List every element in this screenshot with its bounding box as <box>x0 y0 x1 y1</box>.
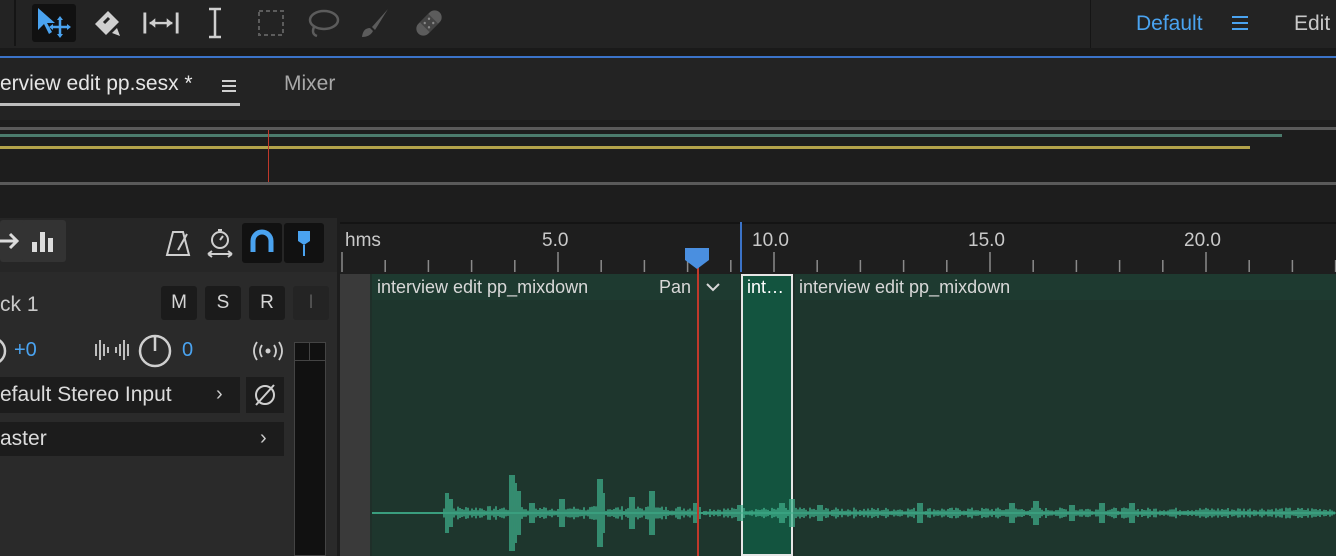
toolbar-divider <box>1090 0 1091 48</box>
time-selection-tool-button[interactable] <box>196 4 234 42</box>
brush-icon <box>362 9 388 37</box>
stereo-output-icon <box>250 340 286 367</box>
volume-value[interactable]: +0 <box>14 339 37 362</box>
active-tab-underline <box>0 103 240 106</box>
overview-border <box>0 127 1336 130</box>
follow-playhead-button[interactable] <box>284 223 324 263</box>
clip-name: int… <box>747 277 785 297</box>
overview-border <box>0 182 1336 185</box>
bar-meter-icon <box>32 232 53 252</box>
input-monitor-button[interactable]: I <box>293 286 329 320</box>
playhead-line <box>697 262 699 556</box>
workspace-edit-tab[interactable]: Edit <box>1294 12 1330 36</box>
snap-button[interactable] <box>242 223 282 263</box>
solo-button[interactable]: S <box>205 286 241 320</box>
stopwatch-icon <box>207 229 233 258</box>
meter-toggle[interactable] <box>22 220 66 262</box>
marquee-tool-button[interactable] <box>252 4 290 42</box>
move-icon <box>38 8 71 38</box>
mute-button[interactable]: M <box>161 286 197 320</box>
phase-invert-button[interactable] <box>246 377 284 413</box>
chevron-down-icon[interactable] <box>704 278 722 296</box>
clip-name: interview edit pp_mixdown <box>377 277 589 297</box>
track-output-label: aster <box>0 427 47 450</box>
slip-icon <box>143 12 179 34</box>
ruler-label: 5.0 <box>542 230 569 251</box>
marker-pin-icon <box>298 231 310 256</box>
clip-pan-label[interactable]: Pan <box>659 277 691 298</box>
ruler-label: 15.0 <box>968 230 1005 251</box>
ruler-label: 20.0 <box>1184 230 1221 251</box>
overview-track-line <box>0 134 1282 137</box>
meter-peak-divider <box>294 360 326 361</box>
tab-menu-icon[interactable] <box>220 77 238 95</box>
i-beam-icon <box>209 7 221 39</box>
metronome-icon <box>165 231 191 256</box>
bandage-icon <box>416 10 442 36</box>
knob-icon <box>138 334 172 368</box>
track-level-meter <box>294 342 326 556</box>
razor-tool-button[interactable] <box>88 4 126 42</box>
workspace-menu-icon[interactable] <box>1230 12 1250 34</box>
spot-healing-tool-button[interactable] <box>410 4 448 42</box>
lasso-icon <box>308 9 340 38</box>
pan-knob[interactable] <box>136 332 174 375</box>
overview-playhead <box>268 130 269 182</box>
record-arm-button[interactable]: R <box>249 286 285 320</box>
selection-start-marker <box>740 222 742 272</box>
slip-tool-button[interactable] <box>142 4 180 42</box>
time-stretch-button[interactable] <box>200 223 240 263</box>
toolbar-divider <box>14 0 16 46</box>
marquee-icon <box>258 10 284 36</box>
stereo-balance-icon <box>94 336 130 369</box>
toolbar-gap <box>0 48 1336 56</box>
overview-track-line <box>0 146 1250 149</box>
chevron-right-icon: › <box>216 383 223 405</box>
knob-icon <box>0 339 7 363</box>
clip-name: interview edit pp_mixdown <box>799 277 1011 297</box>
phase-icon <box>255 384 275 406</box>
track-input-label: efault Stereo Input <box>0 383 172 406</box>
ruler-label: 10.0 <box>752 230 789 251</box>
timeline-gutter <box>340 274 370 556</box>
tab-mixer[interactable]: Mixer <box>284 72 335 96</box>
session-overview[interactable] <box>0 122 1336 188</box>
lasso-tool-button[interactable] <box>304 4 342 42</box>
ruler-ticks <box>341 252 1336 272</box>
magnet-icon <box>250 229 274 252</box>
track-name[interactable]: ck 1 <box>0 293 39 317</box>
volume-knob[interactable] <box>0 336 8 371</box>
workspace-selector[interactable]: Default <box>1136 12 1203 36</box>
meter-channel-divider <box>309 342 310 360</box>
playhead-handle[interactable] <box>684 246 710 270</box>
brush-tool-button[interactable] <box>356 4 394 42</box>
chevron-right-icon: › <box>260 427 267 449</box>
metronome-button[interactable] <box>158 223 198 263</box>
razor-icon <box>95 11 120 36</box>
tab-session-file[interactable]: erview edit pp.sesx * <box>0 72 193 96</box>
ruler-unit-label: hms <box>345 230 381 251</box>
pan-value[interactable]: 0 <box>182 339 193 362</box>
move-tool-button[interactable] <box>32 4 76 42</box>
panel-tab-bar <box>0 58 1336 120</box>
audio-waveform <box>372 475 1336 551</box>
